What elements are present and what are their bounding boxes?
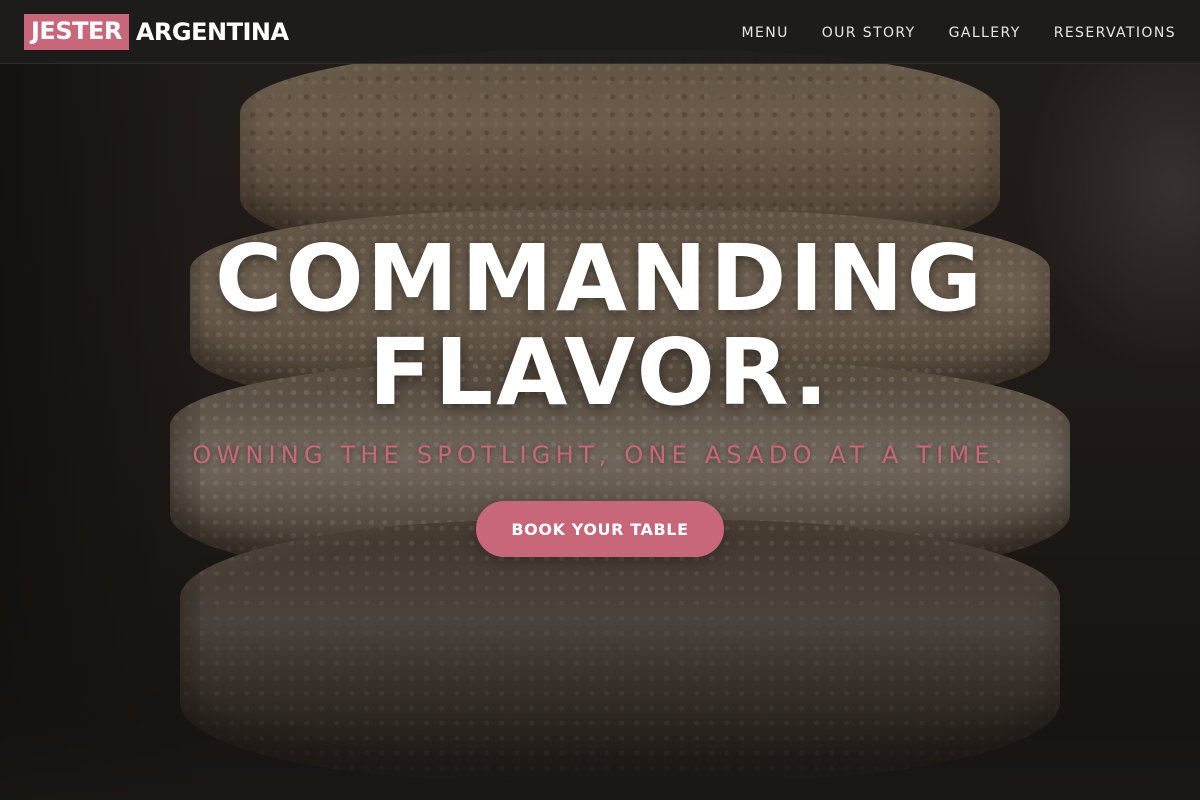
brand-logo[interactable]: JESTER ARGENTINA [24,13,289,50]
nav-link-reservations[interactable]: RESERVATIONS [1054,25,1176,41]
main-nav: MENU OUR STORY GALLERY RESERVATIONS [741,22,1176,41]
nav-link-gallery[interactable]: GALLERY [949,25,1021,41]
site-header: JESTER ARGENTINA MENU OUR STORY GALLERY … [0,0,1200,64]
book-table-button[interactable]: BOOK YOUR TABLE [476,501,724,557]
hero-title-line-1: COMMANDING [214,225,986,332]
brand-logo-highlight: JESTER [24,13,129,50]
hero-section: COMMANDING FLAVOR. OWNING THE SPOTLIGHT,… [0,232,1200,557]
nav-link-menu[interactable]: MENU [741,25,788,41]
hero-title: COMMANDING FLAVOR. [0,232,1200,420]
hero-tagline: OWNING THE SPOTLIGHT, ONE ASADO AT A TIM… [192,441,1008,469]
landing-page: JESTER ARGENTINA MENU OUR STORY GALLERY … [0,0,1200,800]
hero-title-line-2: FLAVOR. [368,319,832,426]
brand-logo-text: ARGENTINA [135,17,289,46]
nav-link-our-story[interactable]: OUR STORY [822,25,916,41]
